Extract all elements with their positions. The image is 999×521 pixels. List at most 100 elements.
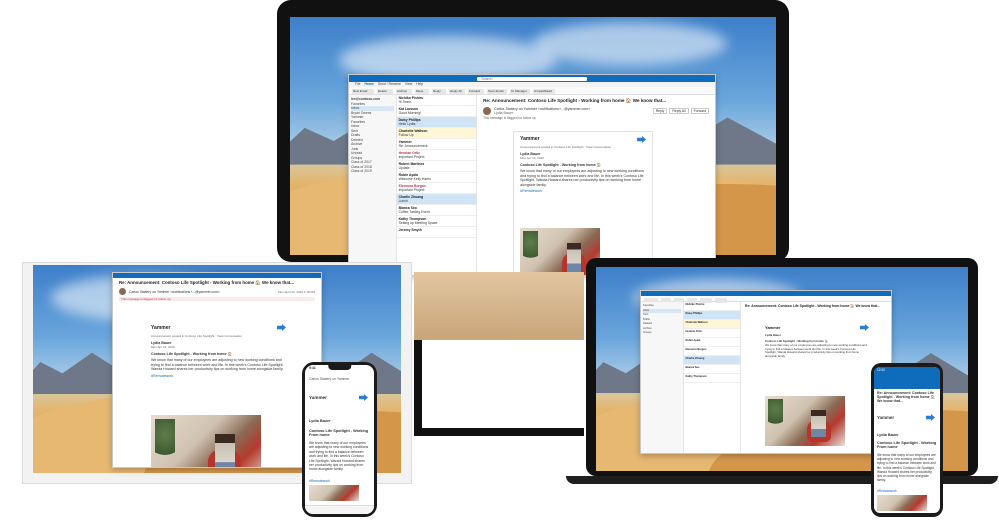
to-manager-button[interactable]: To Manager [510,88,530,94]
new-email-button[interactable]: New Email [352,88,374,94]
list-item[interactable]: Yammer Re: Announcement [396,139,477,150]
poster-date: Mon Apr 13, 2020 [520,156,544,160]
yammer-card: Yammer Announcement posted in Contoso Li… [145,321,290,467]
announcement-meta: Announcement posted in Contoso Life Spot… [520,145,612,149]
outlook-desktop-window-right: Favorites Inbox Sent Drafts Deleted Arch… [640,290,892,454]
list-item[interactable]: Charlie Zhuang [686,357,739,361]
flag-note: This message is flagged for follow up. [119,297,315,301]
message-date: Mon April 13, 2020 1:18 PM [277,289,315,294]
tab-send-receive[interactable]: Send / Receive [378,82,401,87]
hashtag-link[interactable]: #Remotework [309,479,330,483]
yammer-brand: Yammer [765,325,781,330]
yammer-arrow-icon [926,414,935,421]
sender-line: Carlos Slattery on Yammer <notifications… [129,289,220,294]
title-bar [641,291,891,296]
message-list: Nichiko Pishiru Daisy Phillips Charlotte… [683,302,741,453]
team-email-button[interactable]: Team Email [487,88,507,94]
tab-view[interactable]: View [405,82,412,87]
list-item[interactable]: Charlie Zhuang Lunch [396,194,477,205]
to-line: Lydia Bauer [494,111,514,115]
list-item[interactable]: Bianca Seo [686,366,739,370]
message-subject: Re: Announcement: Contoso Life Spotlight… [745,304,881,308]
yammer-brand: Yammer [877,415,895,420]
poster-name: Lydia Bauer [877,433,899,437]
post-title: Contoso Life Spotlight - Working From ho… [877,441,937,450]
reply-button[interactable]: Reply [432,88,446,94]
list-item[interactable]: Bianca Seo Coffee Tasting Event [396,205,477,216]
list-item[interactable]: Kathy Thompson Setting up Meeting Space [396,216,477,227]
folder-item[interactable]: Groups [643,331,681,336]
list-item[interactable]: Nichiko Pishiru Hi Team, [396,95,477,106]
laptop-stand [414,340,584,436]
archive-button[interactable]: Archive [396,88,412,94]
post-photo [765,396,845,446]
hashtag-link[interactable]: #Remotework [151,374,284,378]
bottom-toolbar [305,505,374,514]
search-input[interactable]: Search [477,76,587,81]
yammer-brand: Yammer [309,395,327,400]
post-body: We know that many of our employees are a… [520,169,644,187]
tab-home[interactable]: Home [364,82,373,87]
list-item[interactable]: Eleonora Burgos Important Project [396,183,477,194]
android-screen: 12:30 Re: Announcement: Contoso Life Spo… [874,367,940,513]
reply-all-button[interactable]: Reply All [669,108,689,114]
reply-all-button[interactable]: Reply All [449,88,465,94]
yammer-card: Yammer Announcement posted in Contoso Li… [513,131,654,275]
list-item[interactable]: Nichiko Pishiru [686,303,739,307]
yammer-arrow-icon [359,394,368,401]
desk-surface [414,272,584,340]
post-body: We know that many of our employees are a… [877,453,936,483]
post-body: We know that many of our employees are a… [151,358,284,372]
yammer-card: Yammer Lydia Bauer Contoso Life Spotligh… [761,322,871,452]
list-item[interactable]: Daisy Phillips [686,312,739,316]
post-title: Contoso Life Spotlight - Working from ho… [520,163,602,167]
list-item[interactable]: Robert Martinez Update [396,161,477,172]
flag-note: This message is flagged for follow up. [483,116,537,120]
status-time: 9:41 [309,366,316,370]
device-showcase: Search File Home Send / Receive View Hel… [0,0,999,521]
reading-pane: Re: Announcement: Contoso Life Spotlight… [477,95,715,275]
post-body: We know that many of our employees are a… [765,343,867,358]
list-item[interactable]: Robin Ayala Welcome Kelly Harris [396,172,477,183]
post-photo [877,495,927,511]
list-item[interactable]: Kat Larsson Good Morning! [396,106,477,117]
yammer-brand: Yammer [151,325,171,331]
yammer-brand: Yammer [520,136,540,142]
list-item[interactable]: Henrian Ortiz Important Project [396,150,477,161]
hashtag-link[interactable]: #Remotework [877,489,897,493]
forward-button[interactable]: Forward [690,108,709,114]
ribbon-toolbar: New Email Delete Archive Move Reply Repl… [349,87,715,95]
announcement-meta: Announcement posted in Contoso Life Spot… [151,334,243,338]
status-time: 12:30 [877,368,885,372]
tab-file[interactable]: File [355,82,360,87]
delete-button[interactable]: Delete [377,88,393,94]
message-subject: Re: Announcement: Contoso Life Spotlight… [483,98,667,103]
list-item[interactable]: Charlotte Waltson Follow Up [396,128,477,139]
list-item[interactable]: Jeremy Smyth [396,227,477,238]
folder-item[interactable]: Class of 2019 [351,169,394,174]
post-photo [309,485,359,501]
outlook-web-window: Re: Announcement: Contoso Life Spotlight… [112,272,322,468]
tab-help[interactable]: Help [416,82,423,87]
reading-pane: Re: Announcement: Contoso Life Spotlight… [741,302,891,453]
list-item[interactable]: Daisy Phillips Hello Lydia, [396,117,477,128]
message-header: Carlos Slattery on Yammer [309,377,350,381]
poster-name: Lydia Bauer [309,419,331,423]
hashtag-link[interactable]: #Remotework [520,189,646,193]
avatar [483,107,492,115]
iphone-screen: 9:41 Carlos Slattery on Yammer Yammer Ly… [305,365,374,514]
post-title: Contoso Life Spotlight - Working from ho… [151,352,233,356]
reply-button[interactable]: Reply [652,108,668,114]
list-item[interactable]: Eleonora Burgos [686,348,739,352]
list-item[interactable]: Kathy Thompson [686,375,739,379]
forward-button[interactable]: Forward [468,88,484,94]
list-item[interactable]: Robin Ayala [686,339,739,343]
avatar [119,288,126,295]
title-bar: Search [349,75,715,82]
list-item[interactable]: Charlotte Waltson [686,321,739,325]
unread-read-button[interactable]: Unread/Read [533,88,555,94]
move-button[interactable]: Move [415,88,429,94]
post-body: We know that many of our employees are a… [309,441,369,472]
list-item[interactable]: Henrian Ortiz [686,330,739,334]
poster-name: Lydia Bauer [765,333,781,337]
